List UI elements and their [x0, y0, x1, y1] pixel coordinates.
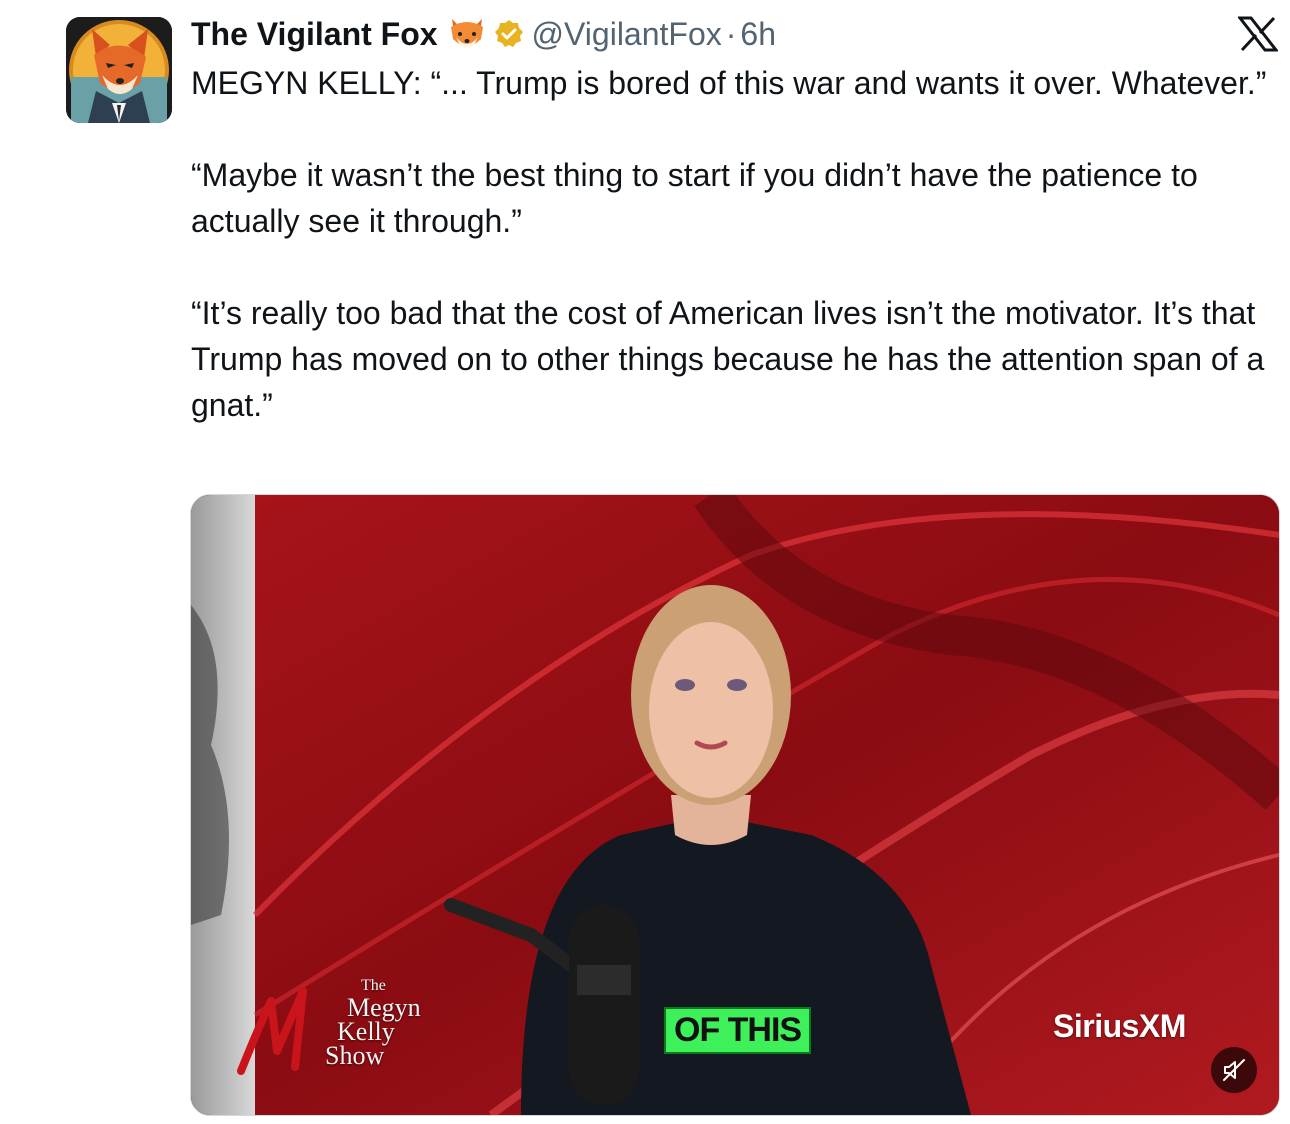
tweet-paragraph: “Maybe it wasn’t the best thing to start… [191, 157, 1198, 239]
show-logo-word: Show [325, 1041, 385, 1070]
network-logo: SiriusXM [1053, 1008, 1186, 1044]
timestamp[interactable]: 6h [740, 16, 776, 53]
megyn-kelly-m-icon [237, 987, 307, 1075]
video-player[interactable]: The Megyn Kelly Show OF THIS SiriusXM [190, 494, 1280, 1116]
tweet-paragraph: “It’s really too bad that the cost of Am… [191, 295, 1265, 423]
avatar[interactable] [66, 17, 172, 123]
x-logo-icon[interactable] [1236, 16, 1280, 52]
fox-avatar-icon [66, 17, 172, 123]
display-name[interactable]: The Vigilant Fox [191, 16, 438, 53]
tweet-text: MEGYN KELLY: “... Trump is bored of this… [191, 60, 1271, 428]
mute-icon [1223, 1059, 1245, 1081]
fox-emoji-icon [448, 17, 486, 51]
mute-button[interactable] [1211, 1047, 1257, 1093]
verified-badge-icon[interactable] [494, 19, 524, 49]
tweet-header: The Vigilant Fox @VigilantFox · 6h [191, 12, 776, 56]
handle[interactable]: @VigilantFox [532, 16, 722, 53]
tweet-paragraph: MEGYN KELLY: “... Trump is bored of this… [191, 65, 1267, 101]
show-logo: The Megyn Kelly Show [237, 971, 437, 1081]
video-caption: OF THIS [664, 1007, 812, 1054]
separator: · [725, 15, 737, 52]
